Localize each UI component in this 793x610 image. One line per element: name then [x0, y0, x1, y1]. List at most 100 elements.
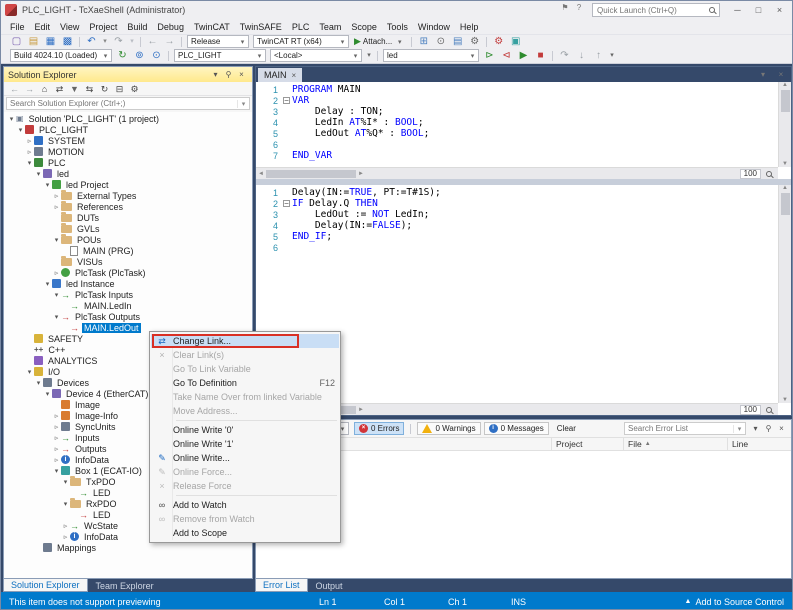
switch-views-icon[interactable]: ⇄ — [52, 83, 67, 95]
build-version-combo[interactable]: Build 4024.10 (Loaded)▾ — [10, 49, 112, 62]
pin-icon[interactable]: ⚲ — [222, 70, 235, 79]
solution-explorer-header[interactable]: Solution Explorer ▾⚲× — [4, 67, 252, 82]
dropdown-arrow-icon[interactable]: ▾ — [254, 52, 265, 60]
tab-team-explorer[interactable]: Team Explorer — [89, 579, 161, 592]
login-icon[interactable]: ⊳ — [482, 50, 497, 62]
reload-devices-icon[interactable]: ↻ — [115, 50, 130, 62]
fold-collapse-icon[interactable]: − — [283, 200, 290, 207]
redo-dropdown-icon[interactable]: ▾ — [128, 36, 136, 48]
quick-launch-input[interactable] — [597, 6, 709, 15]
collapse-all-icon[interactable]: ⊟ — [112, 83, 127, 95]
open-file-icon[interactable]: ▤ — [26, 36, 41, 48]
save-all-icon[interactable]: ▩ — [60, 36, 75, 48]
tree-item-plctask-inputs[interactable]: ▾→PlcTask Inputs — [4, 289, 252, 300]
collapse-arrow-icon[interactable]: ▾ — [34, 379, 43, 387]
collapse-arrow-icon[interactable]: ▾ — [7, 115, 16, 123]
close-icon[interactable]: × — [775, 424, 788, 433]
restart-twincat-icon[interactable]: ⊚ — [132, 50, 147, 62]
code-text[interactable]: IF Delay.Q THEN — [292, 198, 378, 209]
config-mode-icon[interactable]: ⊙ — [149, 50, 164, 62]
collapse-arrow-icon[interactable]: ▾ — [25, 368, 34, 376]
tree-item-main-ledin[interactable]: →MAIN.LedIn — [4, 300, 252, 311]
menu-view[interactable]: View — [55, 21, 84, 33]
tree-item-plctask-outputs[interactable]: ▾→PlcTask Outputs — [4, 311, 252, 322]
expand-arrow-icon[interactable]: ▹ — [52, 412, 61, 420]
expand-arrow-icon[interactable]: ▹ — [61, 522, 70, 530]
tree-item-visus[interactable]: VISUs — [4, 256, 252, 267]
context-menu-item-add-to-watch[interactable]: ∞Add to Watch — [151, 498, 339, 512]
close-icon[interactable]: × — [235, 70, 248, 79]
window-position-icon[interactable]: ▾ — [209, 70, 222, 79]
scroll-right-icon[interactable]: ► — [358, 407, 364, 413]
tree-item-solution-plc-light-1-project[interactable]: ▾▣Solution 'PLC_LIGHT' (1 project) — [4, 113, 252, 124]
context-menu-item-add-to-scope[interactable]: Add to Scope — [151, 526, 339, 540]
solution-configuration-combo[interactable]: Release▾ — [187, 35, 249, 48]
clear-button[interactable]: Clear — [552, 422, 581, 435]
code-text[interactable]: LedOut := NOT LedIn; — [292, 209, 429, 220]
collapse-arrow-icon[interactable]: ▾ — [52, 313, 61, 321]
maximize-button[interactable]: □ — [748, 1, 769, 18]
step-over-icon[interactable]: ↷ — [557, 50, 572, 62]
expand-arrow-icon[interactable]: ▹ — [52, 192, 61, 200]
close-icon[interactable]: × — [292, 71, 297, 80]
code-text[interactable]: Delay(IN:=FALSE); — [292, 220, 412, 231]
add-to-source-control-button[interactable]: ▲ Add to Source Control — [685, 597, 785, 607]
dropdown-arrow-icon[interactable]: ▾ — [237, 38, 248, 46]
zoom-level[interactable]: 100 — [740, 405, 761, 415]
menu-debug[interactable]: Debug — [152, 21, 189, 33]
dropdown-arrow-icon[interactable]: ▾ — [467, 52, 478, 60]
menu-twinsafe[interactable]: TwinSAFE — [235, 21, 287, 33]
column-project[interactable]: Project — [552, 438, 624, 450]
menu-twincat[interactable]: TwinCAT — [189, 21, 235, 33]
toolbar-options-icon[interactable]: ▾ — [608, 50, 616, 62]
close-icon[interactable]: × — [774, 70, 788, 79]
fold-collapse-icon[interactable]: − — [283, 97, 290, 104]
context-menu-item-go-to-definition[interactable]: Go To DefinitionF12 — [151, 376, 339, 390]
expand-arrow-icon[interactable]: ▹ — [52, 445, 61, 453]
search-dropdown-icon[interactable]: ▾ — [733, 425, 745, 433]
code-text[interactable]: END_IF; — [292, 231, 332, 242]
target-system-combo[interactable]: <Local>▾ — [270, 49, 362, 62]
tree-item-gvls[interactable]: GVLs — [4, 223, 252, 234]
search-dropdown-icon[interactable]: ▾ — [237, 100, 249, 108]
tree-item-mappings[interactable]: Mappings — [4, 542, 252, 553]
step-out-icon[interactable]: ↑ — [591, 50, 606, 62]
new-project-icon[interactable]: ▢ — [9, 36, 24, 48]
undo-dropdown-icon[interactable]: ▾ — [101, 36, 109, 48]
collapse-arrow-icon[interactable]: ▾ — [43, 181, 52, 189]
collapse-arrow-icon[interactable]: ▾ — [43, 390, 52, 398]
error-list-search-input[interactable] — [628, 424, 733, 433]
column-file[interactable]: File ▲ — [624, 438, 728, 450]
tree-item-pous[interactable]: ▾POUs — [4, 234, 252, 245]
twincat-toolbox-icon[interactable]: ▣ — [508, 36, 523, 48]
menu-build[interactable]: Build — [122, 21, 152, 33]
minimize-button[interactable]: ─ — [727, 1, 748, 18]
horizontal-scrollbar[interactable]: ◄ ► 100 — [256, 167, 778, 179]
solution-search-box[interactable]: ▾ — [6, 97, 250, 110]
code-text[interactable]: VAR — [292, 95, 309, 106]
code-text[interactable]: LedIn AT%I* : BOOL; — [292, 117, 424, 128]
pin-icon[interactable]: ⚲ — [762, 424, 775, 433]
tree-item-references[interactable]: ▹References — [4, 201, 252, 212]
expand-arrow-icon[interactable]: ▹ — [52, 434, 61, 442]
tree-item-plctask-plctask[interactable]: ▹PlcTask (PlcTask) — [4, 267, 252, 278]
scroll-up-icon[interactable]: ▲ — [782, 82, 788, 88]
expand-arrow-icon[interactable]: ▹ — [25, 148, 34, 156]
scrollbar-thumb[interactable] — [266, 170, 356, 178]
active-plc-project-combo[interactable]: led▾ — [383, 49, 479, 62]
pending-changes-filter-icon[interactable]: ▼ — [67, 83, 82, 95]
warnings-filter-button[interactable]: 0 Warnings — [417, 422, 480, 435]
close-button[interactable]: × — [769, 1, 790, 18]
menu-edit[interactable]: Edit — [30, 21, 56, 33]
collapse-arrow-icon[interactable]: ▾ — [52, 291, 61, 299]
tree-item-plc-light[interactable]: ▾PLC_LIGHT — [4, 124, 252, 135]
forward-icon[interactable]: → — [22, 83, 37, 95]
tab-main[interactable]: MAIN × — [258, 68, 302, 82]
tab-error-list[interactable]: Error List — [255, 579, 308, 592]
tree-item-duts[interactable]: DUTs — [4, 212, 252, 223]
menu-file[interactable]: File — [5, 21, 30, 33]
vertical-scrollbar[interactable]: ▲ ▼ — [778, 82, 791, 167]
collapse-arrow-icon[interactable]: ▾ — [34, 170, 43, 178]
tree-item-external-types[interactable]: ▹External Types — [4, 190, 252, 201]
scroll-down-icon[interactable]: ▼ — [782, 397, 788, 403]
